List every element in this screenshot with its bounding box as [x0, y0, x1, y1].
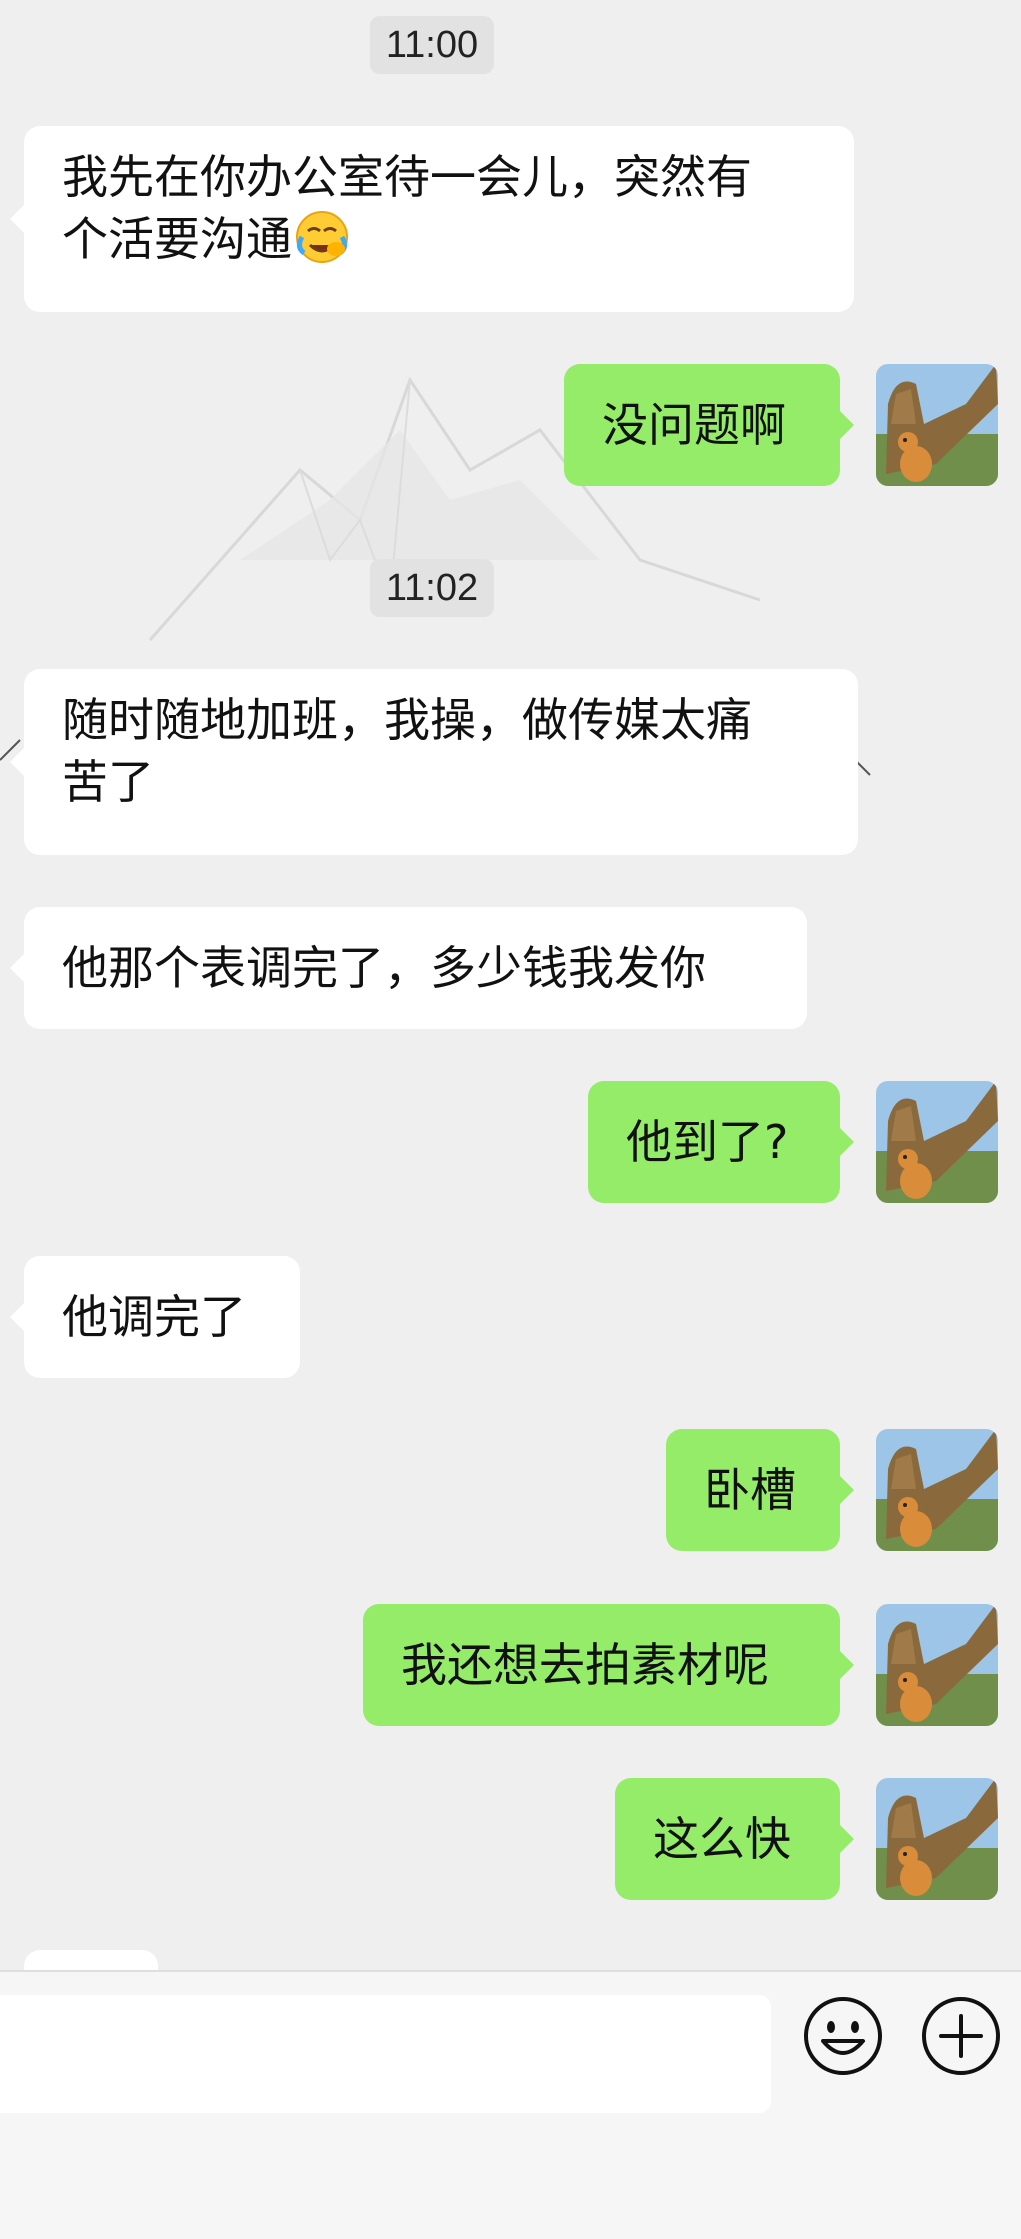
partial-incoming-message-bubble[interactable]	[24, 1950, 158, 1970]
message-text: 他到了?	[626, 1115, 789, 1169]
message-input[interactable]	[0, 1995, 771, 2113]
message-text: 没问题啊	[602, 398, 786, 452]
smiley-icon[interactable]	[802, 1995, 884, 2077]
avatar-image	[876, 1081, 998, 1203]
message-text: 随时随地加班，我操，做传媒太痛 苦了	[62, 693, 752, 809]
message-text: 这么快	[653, 1812, 791, 1866]
avatar-image	[876, 364, 998, 486]
face-holding-back-tears-icon	[296, 211, 348, 263]
message-text: 他调完了	[62, 1290, 246, 1344]
message-text: 我先在你办公室待一会儿，突然有 个活要沟通	[62, 150, 752, 266]
avatar-image	[876, 1778, 998, 1900]
incoming-message-bubble[interactable]: 随时随地加班，我操，做传媒太痛 苦了	[10, 669, 858, 855]
outgoing-message-bubble[interactable]: 我还想去拍素材呢	[363, 1604, 854, 1726]
timestamp: 11:02	[369, 559, 495, 617]
avatar[interactable]	[876, 364, 998, 486]
message-text: 卧槽	[704, 1463, 796, 1517]
avatar[interactable]	[876, 1778, 998, 1900]
chat-area[interactable]: 11:00 我先在你办公室待一会儿，突然有 个活要沟通 没问题啊 11:02 随…	[0, 0, 1021, 1970]
incoming-message-bubble[interactable]: 他那个表调完了，多少钱我发你	[10, 907, 807, 1029]
avatar[interactable]	[876, 1429, 998, 1551]
plus-circle-icon[interactable]	[920, 1995, 1002, 2077]
avatar-image	[876, 1604, 998, 1726]
outgoing-message-bubble[interactable]: 这么快	[615, 1778, 854, 1900]
outgoing-message-bubble[interactable]: 没问题啊	[564, 364, 854, 486]
timestamp: 11:00	[369, 16, 495, 74]
outgoing-message-bubble[interactable]: 卧槽	[666, 1429, 854, 1551]
message-input-bar	[0, 1970, 1021, 2239]
avatar[interactable]	[876, 1081, 998, 1203]
message-text: 他那个表调完了，多少钱我发你	[62, 941, 706, 995]
incoming-message-bubble[interactable]: 他调完了	[10, 1256, 300, 1378]
message-text: 我还想去拍素材呢	[401, 1638, 769, 1692]
outgoing-message-bubble[interactable]: 他到了?	[588, 1081, 854, 1203]
avatar[interactable]	[876, 1604, 998, 1726]
avatar-image	[876, 1429, 998, 1551]
incoming-message-bubble[interactable]: 我先在你办公室待一会儿，突然有 个活要沟通	[10, 126, 854, 312]
